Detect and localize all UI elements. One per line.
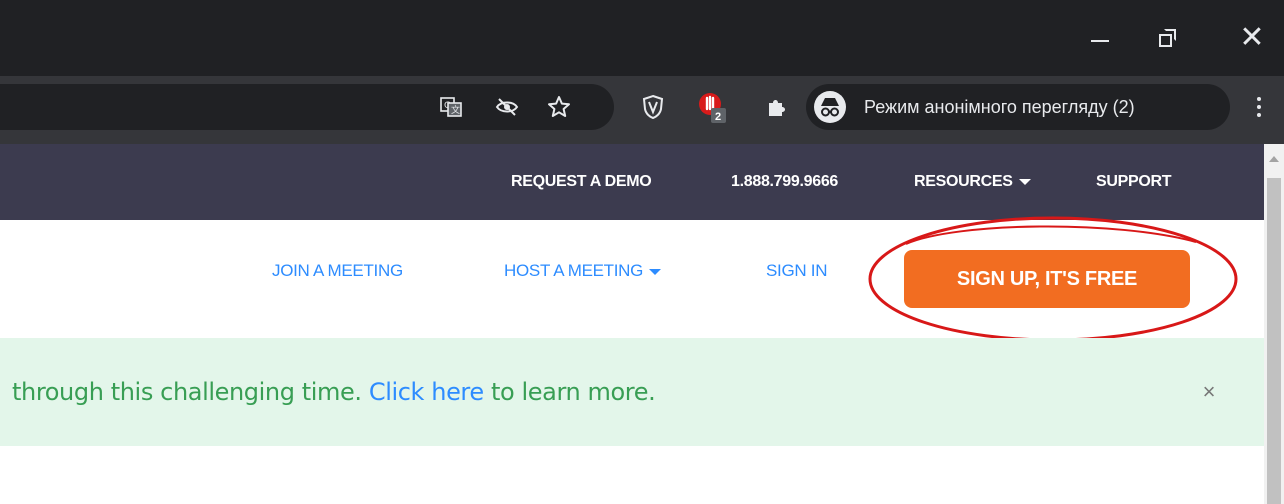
support-link[interactable]: SUPPORT [1096, 144, 1172, 220]
banner-text-after: to learn more. [483, 378, 656, 406]
banner-close-button[interactable]: × [1194, 338, 1224, 446]
page-scrollbar[interactable] [1264, 144, 1284, 504]
restore-icon [1159, 29, 1177, 47]
banner-click-here-link[interactable]: Click here [369, 378, 484, 406]
sign-in-link[interactable]: SIGN IN [766, 226, 827, 316]
chevron-down-icon [649, 268, 662, 275]
menu-kebab-icon[interactable] [1244, 84, 1274, 130]
host-meeting-label: HOST A MEETING [504, 261, 644, 280]
banner-text-before: through this challenging time. [12, 378, 369, 406]
incognito-icon [814, 91, 846, 123]
request-demo-link[interactable]: REQUEST A DEMO [511, 144, 652, 220]
star-icon[interactable] [536, 84, 582, 130]
translate-icon[interactable]: G 文 [428, 84, 474, 130]
join-meeting-link[interactable]: JOIN A MEETING [272, 226, 403, 316]
minimize-icon [1091, 40, 1109, 42]
shield-extension-icon[interactable] [630, 84, 676, 130]
adblock-badge-count: 2 [715, 111, 721, 123]
close-window-button[interactable]: ✕ [1222, 0, 1282, 76]
close-icon: ✕ [1239, 20, 1265, 55]
incognito-label: Режим анонімного перегляду (2) [864, 97, 1135, 117]
tracking-protection-icon[interactable] [484, 84, 530, 130]
browser-toolbar: G 文 2 [0, 76, 1284, 144]
browser-title-bar: ✕ [0, 0, 1284, 76]
minimize-button[interactable] [1070, 0, 1130, 76]
extensions-puzzle-icon[interactable] [754, 84, 800, 130]
announcement-banner: through this challenging time. Click her… [0, 338, 1264, 446]
chevron-down-icon [1018, 178, 1031, 185]
adblock-extension-icon[interactable]: 2 [690, 84, 736, 130]
restore-button[interactable] [1138, 0, 1198, 76]
svg-text:文: 文 [451, 104, 460, 116]
sign-up-button[interactable]: SIGN UP, IT'S FREE [904, 250, 1190, 308]
scroll-up-arrow-icon[interactable] [1269, 156, 1279, 162]
resources-label: RESOURCES [914, 173, 1013, 190]
resources-menu[interactable]: RESOURCES [914, 144, 1031, 220]
site-top-nav: REQUEST A DEMO 1.888.799.9666 RESOURCES … [0, 144, 1264, 220]
incognito-profile-button[interactable]: Режим анонімного перегляду (2) [806, 84, 1230, 130]
scrollbar-thumb[interactable] [1267, 178, 1281, 504]
phone-number-link[interactable]: 1.888.799.9666 [731, 144, 838, 220]
banner-message: through this challenging time. Click her… [12, 338, 656, 446]
host-meeting-menu[interactable]: HOST A MEETING [504, 226, 662, 316]
